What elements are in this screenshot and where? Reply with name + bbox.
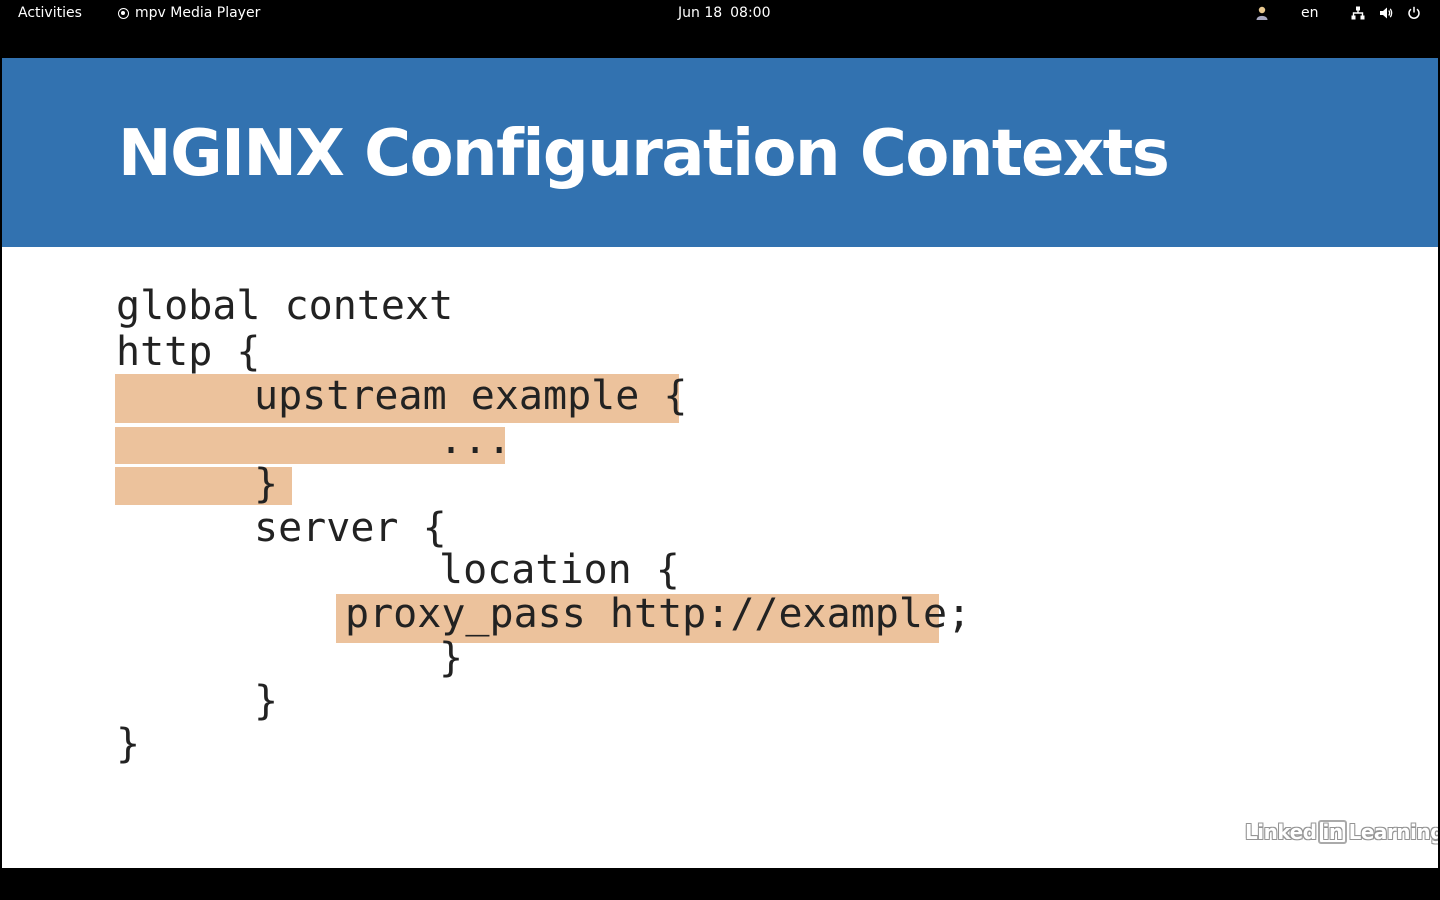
code-line: proxy_pass http://example; [345, 591, 972, 637]
mpv-icon [118, 7, 129, 19]
code-line: location { [439, 547, 680, 593]
volume-icon[interactable] [1379, 6, 1393, 20]
watermark-part: in [1318, 820, 1347, 844]
video-frame[interactable]: NGINX Configuration Contexts global cont… [2, 58, 1438, 868]
code-line: } [116, 721, 141, 767]
top-bar: Activities mpv Media Player Jun 18 08:00… [0, 0, 1440, 27]
slide-title: NGINX Configuration Contexts [118, 117, 1170, 191]
linkedin-learning-watermark: Linked in Learning [1245, 820, 1438, 844]
code-line: global context [116, 283, 454, 329]
network-icon[interactable] [1351, 6, 1365, 20]
watermark-part: Linked [1245, 820, 1317, 844]
code-line: upstream example { [254, 373, 688, 419]
power-icon[interactable] [1407, 6, 1421, 20]
watermark-part: Learning [1348, 820, 1438, 844]
clock[interactable]: Jun 18 08:00 [678, 5, 771, 21]
code-line: } [254, 461, 279, 507]
app-name: mpv Media Player [135, 5, 261, 21]
app-menu[interactable]: mpv Media Player [118, 5, 260, 21]
user-icon[interactable] [1256, 6, 1268, 20]
clock-date: Jun 18 [678, 5, 723, 21]
language-indicator[interactable]: en [1301, 5, 1319, 21]
code-line: ... [439, 417, 512, 463]
title-banner: NGINX Configuration Contexts [2, 58, 1438, 247]
code-line: } [254, 678, 279, 724]
code-line: server { [254, 505, 447, 551]
activities-button[interactable]: Activities [18, 5, 82, 21]
code-line: http { [116, 329, 261, 375]
code-line: } [439, 635, 464, 681]
clock-time: 08:00 [730, 5, 771, 21]
